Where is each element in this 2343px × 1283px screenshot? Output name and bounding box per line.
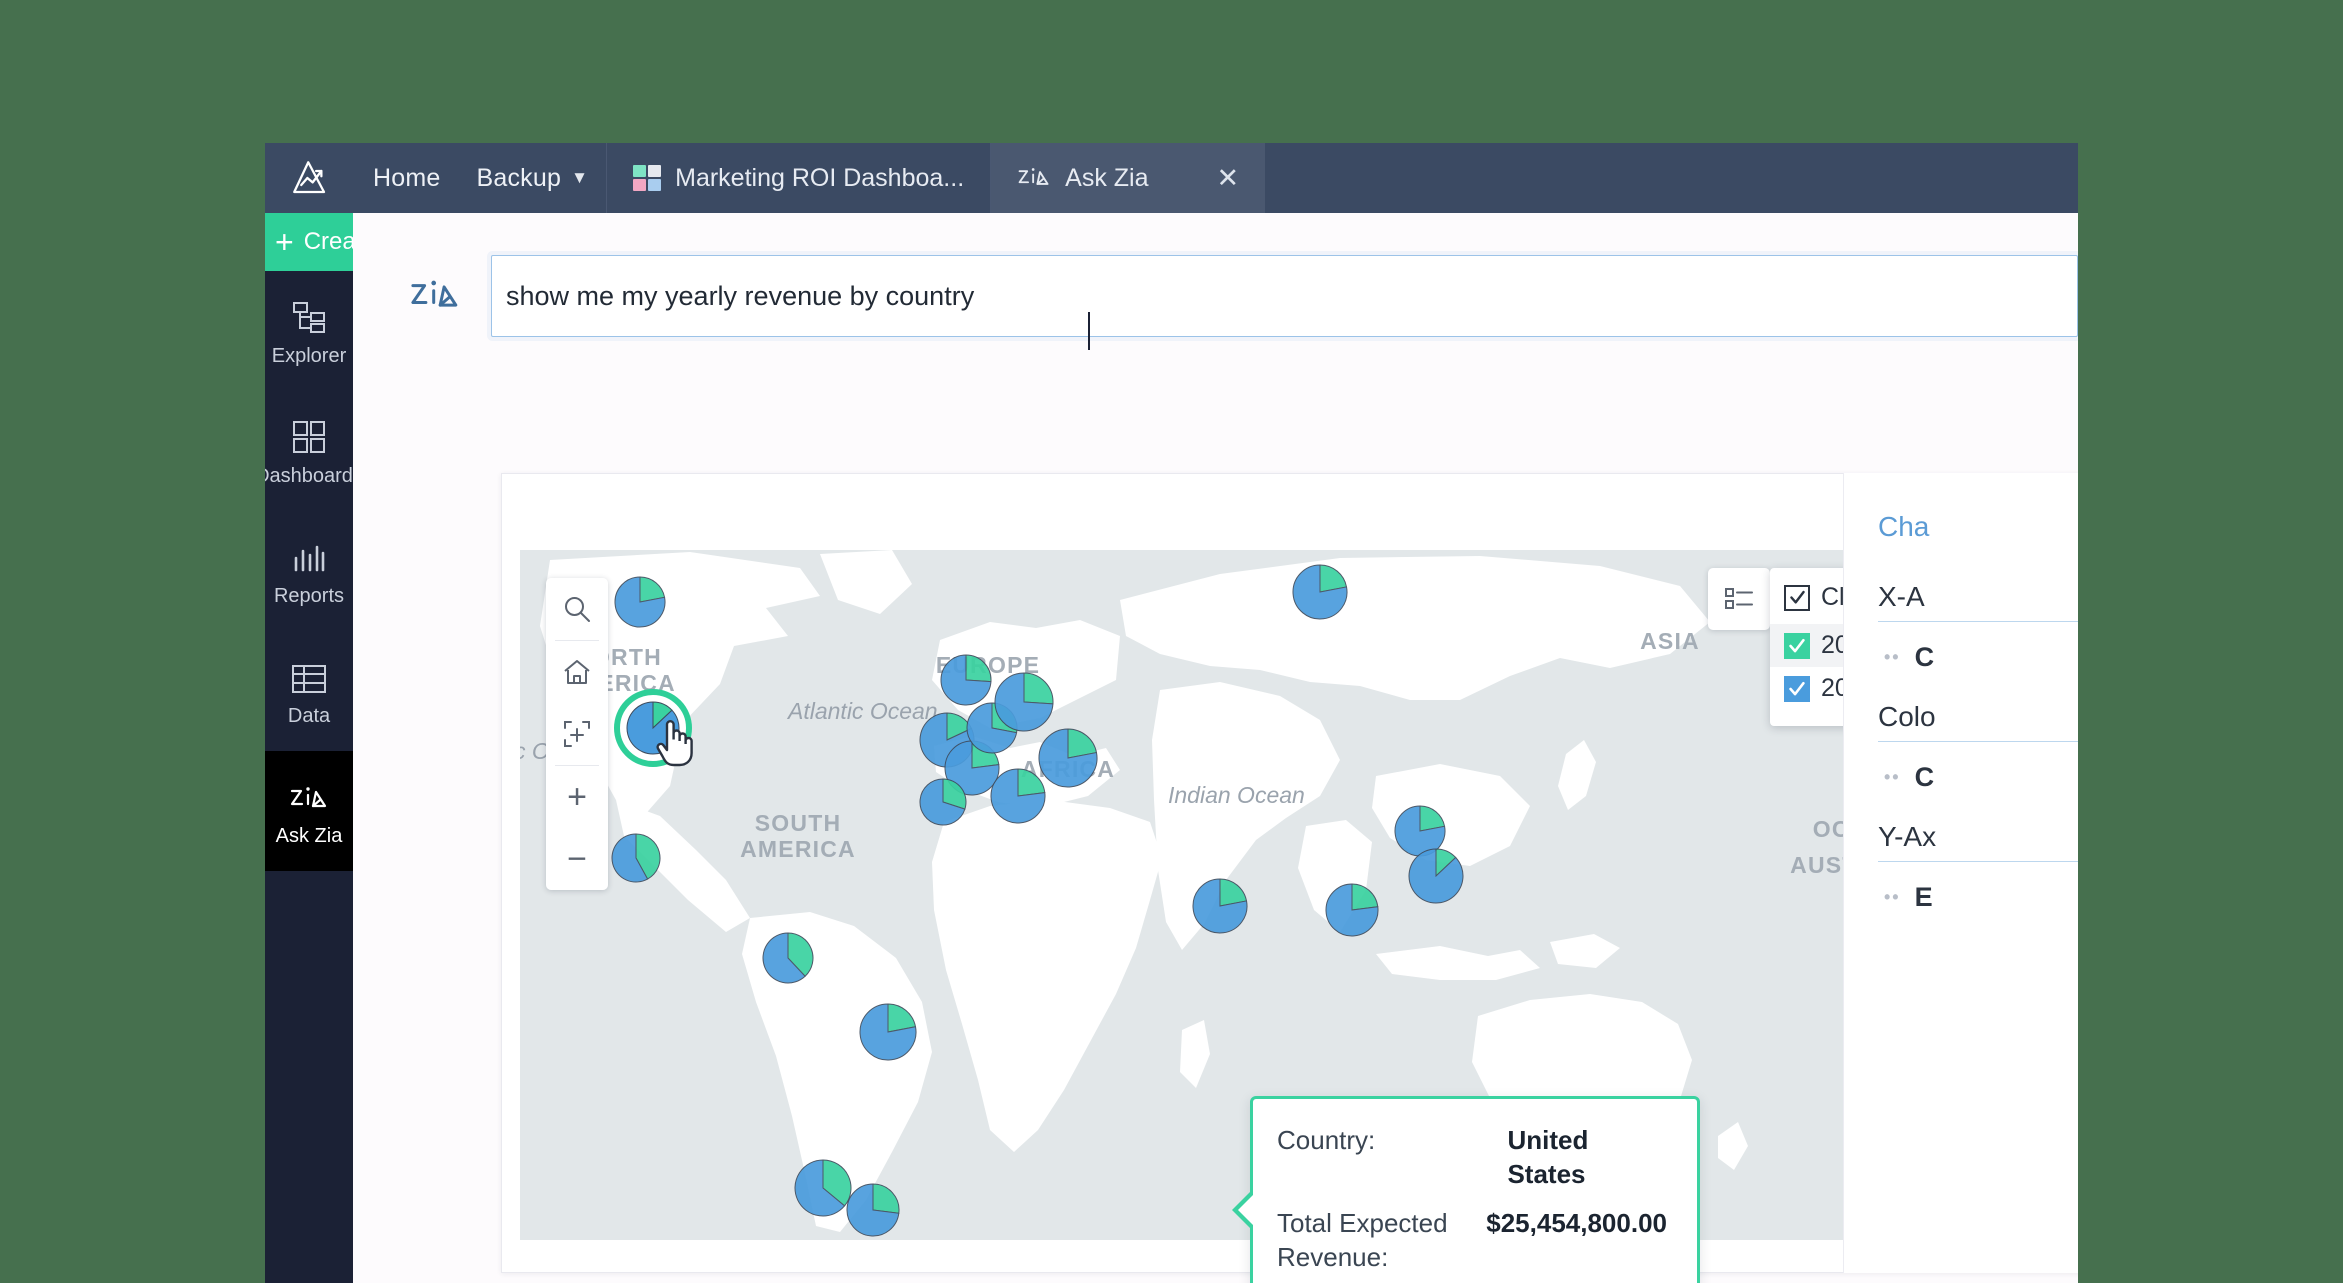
dashboard-grid-icon bbox=[292, 414, 326, 454]
pie-marker-chile[interactable] bbox=[846, 1183, 900, 1237]
map-controls: + − bbox=[546, 578, 608, 890]
table-grid-icon bbox=[291, 654, 327, 694]
sidebar-item-explorer[interactable]: Explorer bbox=[265, 271, 353, 391]
top-bar: Home Backup ▼ Marketing ROI Dashboa... A… bbox=[265, 143, 2078, 213]
config-chip-x-axis[interactable]: •• C bbox=[1884, 642, 2078, 673]
fit-screen-icon[interactable] bbox=[546, 703, 608, 765]
pie-marker-argentina[interactable] bbox=[794, 1159, 852, 1217]
tooltip-key-country: Country: bbox=[1277, 1125, 1376, 1155]
drag-handle-icon[interactable]: •• bbox=[1884, 887, 1901, 908]
continent-label-south-america: SOUTH AMERICA bbox=[740, 810, 856, 863]
bar-chart-icon bbox=[292, 534, 326, 574]
sidebar-item-reports-label: Reports bbox=[273, 585, 345, 607]
pie-marker-brazil[interactable] bbox=[859, 1003, 917, 1061]
sidebar-item-ask-zia[interactable]: Ask Zia bbox=[265, 751, 353, 871]
zoom-out-icon[interactable]: − bbox=[546, 828, 608, 890]
chart-config-panel: Cha X-A •• C Colo •• C Y-Ax •• E bbox=[1843, 473, 2078, 1273]
tooltip-value-revenue: $25,454,800.00 bbox=[1486, 1207, 1667, 1238]
explorer-tree-icon bbox=[291, 294, 327, 334]
pie-marker-australia[interactable] bbox=[1408, 848, 1464, 904]
pie-marker-colombia[interactable] bbox=[762, 932, 814, 984]
application-window: Home Backup ▼ Marketing ROI Dashboa... A… bbox=[265, 143, 2078, 1283]
zia-icon bbox=[1018, 168, 1049, 185]
sidebar-item-dashboards[interactable]: Dashboards bbox=[265, 391, 363, 511]
close-icon[interactable]: ✕ bbox=[1217, 164, 1240, 192]
sidebar-item-ask-zia-label: Ask Zia bbox=[275, 825, 343, 847]
nav-home[interactable]: Home bbox=[355, 143, 459, 213]
search-input-wrapper[interactable] bbox=[491, 255, 2078, 337]
tab-ask-zia[interactable]: Ask Zia ✕ bbox=[990, 143, 1266, 213]
ocean-label-indian: Indian Ocean bbox=[1168, 782, 1305, 808]
zia-icon bbox=[411, 280, 458, 307]
tooltip-row-country: Country: United States bbox=[1277, 1123, 1667, 1192]
ask-zia-query-input[interactable] bbox=[492, 256, 2077, 336]
config-section-y-axis: Y-Ax •• E bbox=[1878, 821, 2078, 913]
tab-ask-zia-label: Ask Zia bbox=[1065, 163, 1149, 192]
pie-marker-canada[interactable] bbox=[614, 576, 666, 628]
geo-map[interactable]: Atlantic Ocean Indian Ocean c Ocean NORT… bbox=[520, 550, 1970, 1240]
text-cursor bbox=[1088, 312, 1090, 350]
sidebar-item-data-label: Data bbox=[287, 705, 331, 727]
zoom-in-icon[interactable]: + bbox=[546, 766, 608, 828]
tooltip-value-country: United States bbox=[1507, 1125, 1589, 1190]
config-chip-y-axis-label: E bbox=[1914, 882, 1933, 912]
pie-marker-china[interactable] bbox=[1325, 883, 1379, 937]
continent-label-asia: ASIA bbox=[1640, 628, 1700, 654]
sidebar-item-explorer-label: Explorer bbox=[271, 345, 347, 367]
nav-home-label: Home bbox=[373, 163, 441, 192]
plus-icon: + bbox=[275, 224, 294, 260]
main-content: Atlantic Ocean Indian Ocean c Ocean NORT… bbox=[353, 213, 2078, 1283]
home-icon[interactable] bbox=[546, 641, 608, 703]
tooltip-row-revenue: Total Expected Revenue: $25,454,800.00 bbox=[1277, 1206, 1667, 1275]
sidebar-item-data[interactable]: Data bbox=[265, 631, 353, 751]
drag-handle-icon[interactable]: •• bbox=[1884, 767, 1901, 788]
config-label-color: Colo bbox=[1878, 701, 2078, 742]
config-chip-color[interactable]: •• C bbox=[1884, 762, 2078, 793]
config-section-x-axis: X-A •• C bbox=[1878, 581, 2078, 673]
dashboard-grid-icon bbox=[633, 165, 662, 191]
config-chip-y-axis[interactable]: •• E bbox=[1884, 882, 2078, 913]
config-label-x-axis: X-A bbox=[1878, 581, 2078, 622]
pie-marker-india[interactable] bbox=[1192, 878, 1248, 934]
chevron-down-icon: ▼ bbox=[571, 168, 589, 187]
legend-toggle-button[interactable] bbox=[1708, 568, 1770, 630]
tab-marketing-roi-dashboard-label: Marketing ROI Dashboa... bbox=[675, 163, 965, 192]
search-icon[interactable] bbox=[546, 578, 608, 640]
mouse-cursor-pointer-icon bbox=[656, 720, 693, 767]
config-panel-title: Cha bbox=[1878, 511, 1930, 542]
config-chip-color-label: C bbox=[1914, 762, 1935, 792]
ocean-label-atlantic: Atlantic Ocean bbox=[788, 698, 938, 724]
config-chip-x-axis-label: C bbox=[1914, 642, 1935, 672]
config-label-y-axis: Y-Ax bbox=[1878, 821, 2078, 862]
sidebar-item-dashboards-label: Dashboards bbox=[265, 465, 363, 487]
nav-backup[interactable]: Backup ▼ bbox=[459, 143, 607, 213]
create-button[interactable]: + Create bbox=[265, 213, 376, 271]
legend-swatch-2018[interactable] bbox=[1784, 675, 1810, 702]
tab-marketing-roi-dashboard[interactable]: Marketing ROI Dashboa... bbox=[606, 143, 990, 213]
legend-title-checkbox[interactable] bbox=[1784, 584, 1810, 611]
config-section-color: Colo •• C bbox=[1878, 701, 2078, 793]
legend-swatch-2017[interactable] bbox=[1784, 632, 1810, 659]
nav-backup-label: Backup bbox=[476, 163, 562, 192]
sidebar-item-reports[interactable]: Reports bbox=[265, 511, 353, 631]
zia-icon bbox=[288, 774, 330, 814]
pie-marker-uk[interactable] bbox=[940, 654, 992, 706]
pie-marker-russia[interactable] bbox=[1292, 564, 1348, 620]
pie-marker-poland[interactable] bbox=[1038, 728, 1098, 788]
tooltip-key-revenue: Total Expected Revenue: bbox=[1277, 1207, 1448, 1272]
pie-marker-spain[interactable] bbox=[919, 778, 967, 826]
left-sidebar: + Create Explorer Dashboards Reports Dat… bbox=[265, 213, 376, 1283]
tooltip-arrow-inner bbox=[1238, 1194, 1254, 1226]
pie-marker-germany[interactable] bbox=[994, 672, 1054, 732]
drag-handle-icon[interactable]: •• bbox=[1884, 647, 1901, 668]
zoho-analytics-logo-icon[interactable] bbox=[265, 143, 355, 213]
ask-zia-bar bbox=[353, 255, 2078, 350]
map-tooltip: Country: United States Total Expected Re… bbox=[1232, 1096, 1700, 1283]
result-card: Atlantic Ocean Indian Ocean c Ocean NORT… bbox=[501, 473, 2078, 1283]
pie-marker-mexico[interactable] bbox=[611, 833, 661, 883]
